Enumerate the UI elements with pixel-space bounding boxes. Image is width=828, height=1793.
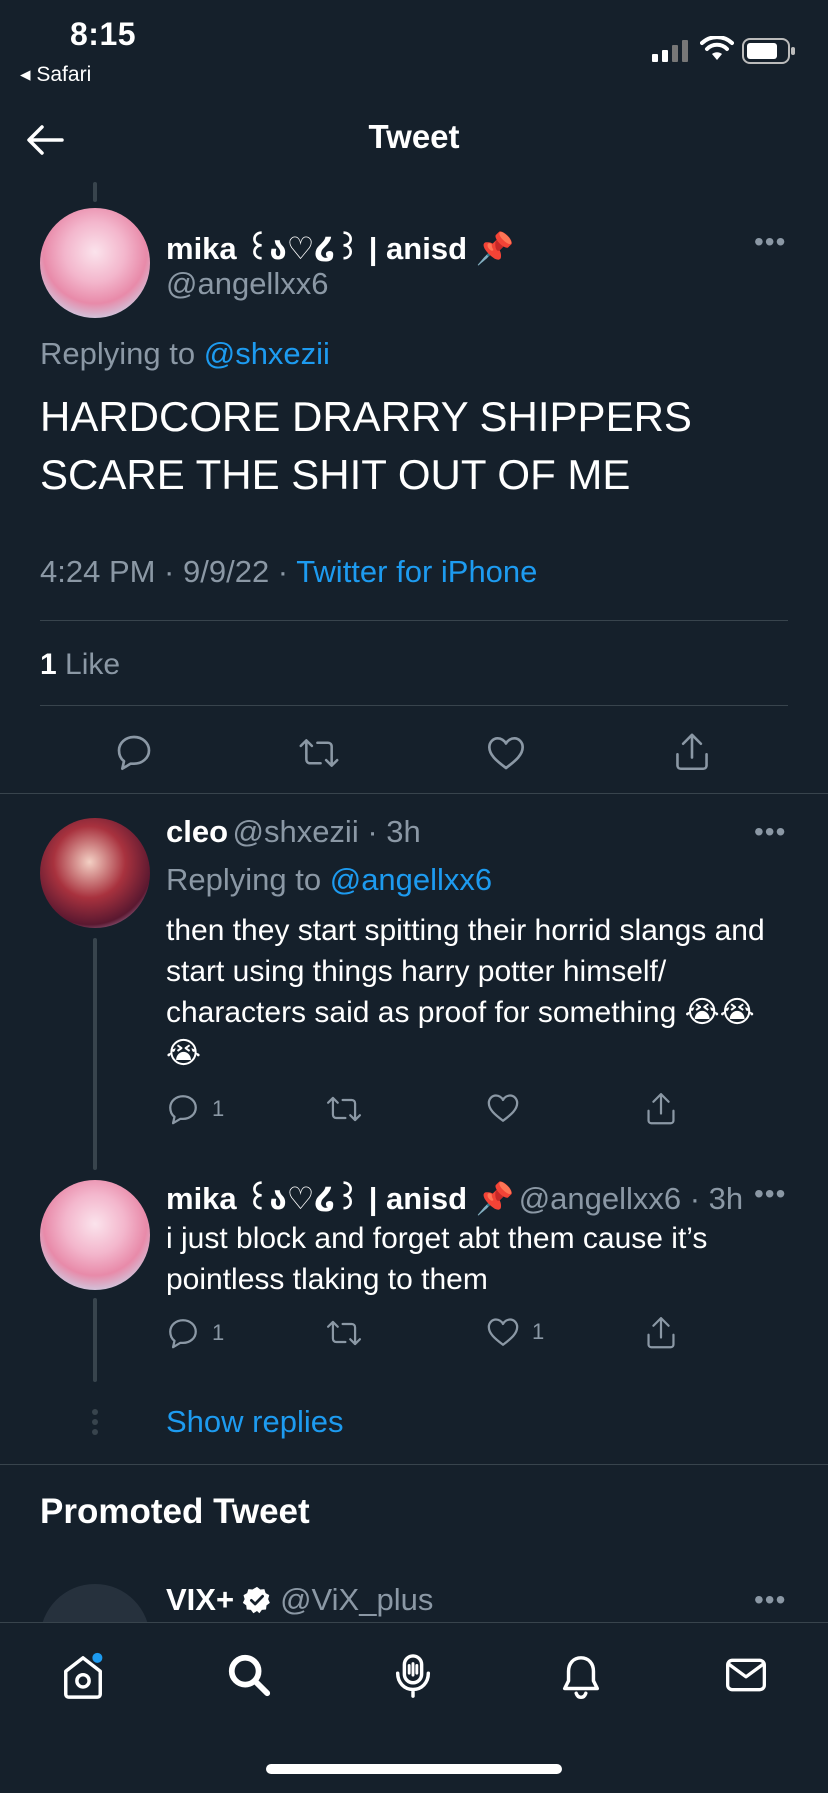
status-time: 8:15 — [70, 16, 137, 52]
search-icon[interactable] — [226, 1652, 272, 1698]
avatar[interactable] — [40, 208, 150, 318]
retweet-icon[interactable] — [326, 1092, 362, 1126]
promoted-author: VIX+ @ViX_plus — [166, 1582, 433, 1618]
reply-count: 1 — [212, 1320, 225, 1345]
author-handle-time[interactable]: @shxezii · 3h — [232, 814, 420, 849]
like-count: 1 — [532, 1319, 545, 1344]
tweet-meta: 4:24 PM · 9/9/22 · Twitter for iPhone — [40, 554, 537, 590]
reply-count: 1 — [212, 1096, 225, 1121]
thread-line — [93, 182, 97, 202]
more-icon[interactable]: ••• — [754, 816, 786, 848]
author-name[interactable]: mika ꒰ა♡໒꒱ | anisd 📌 — [166, 1181, 514, 1216]
vertical-dots-icon — [92, 1409, 98, 1435]
more-icon[interactable]: ••• — [754, 1584, 786, 1616]
tweet-text: HARDCORE DRARRY SHIPPERS SCARE THE SHIT … — [40, 393, 692, 498]
reply-action[interactable]: 1 — [166, 1316, 224, 1350]
back-to-safari-link[interactable]: ◂ Safari — [20, 62, 91, 87]
promoted-heading: Promoted Tweet — [40, 1492, 310, 1531]
reply-text: i just block and forget abt them cause i… — [166, 1222, 708, 1296]
author-name[interactable]: cleo — [166, 814, 228, 849]
thread-line — [93, 1298, 97, 1382]
avatar[interactable] — [40, 818, 150, 928]
retweet-action[interactable] — [326, 1092, 374, 1126]
thread-line — [93, 938, 97, 1170]
like-stats[interactable]: 1 Like — [40, 648, 120, 682]
mail-icon[interactable] — [724, 1652, 768, 1698]
heart-icon[interactable] — [486, 1092, 520, 1124]
reply-icon[interactable] — [114, 732, 154, 772]
show-replies-link[interactable]: Show replies — [166, 1404, 343, 1440]
author-name[interactable]: mika ꒰ა♡໒꒱ | anisd 📌 — [166, 226, 514, 267]
replying-to-handle-link[interactable]: @shxezii — [204, 336, 330, 371]
cellular-signal-icon — [652, 40, 688, 62]
bell-icon[interactable] — [558, 1652, 604, 1702]
replying-to-handle-link[interactable]: @angellxx6 — [330, 862, 492, 897]
like-action[interactable]: 1 — [486, 1316, 544, 1348]
reply-header: cleo @shxezii · 3h — [166, 814, 421, 850]
divider — [0, 1464, 828, 1465]
author-name[interactable]: VIX+ — [166, 1582, 234, 1618]
replying-to: Replying to @angellxx6 — [166, 862, 492, 898]
author-handle[interactable]: @ViX_plus — [280, 1582, 433, 1618]
replying-to-label: Replying to — [40, 336, 204, 371]
heart-icon[interactable] — [486, 734, 526, 772]
reply-icon[interactable] — [166, 1316, 200, 1350]
like-count: 1 — [40, 648, 57, 681]
wifi-icon — [700, 36, 734, 60]
retweet-action[interactable] — [326, 1316, 374, 1350]
reply-header: mika ꒰ა♡໒꒱ | anisd 📌 @angellxx6 · 3h — [166, 1176, 746, 1217]
reply-action[interactable]: 1 — [166, 1092, 224, 1126]
verified-badge-icon — [242, 1586, 270, 1614]
tweet-source-link[interactable]: Twitter for iPhone — [296, 554, 537, 589]
reply-icon[interactable] — [166, 1092, 200, 1126]
like-label: Like — [56, 648, 121, 681]
home-icon[interactable] — [60, 1652, 106, 1702]
battery-icon — [742, 38, 795, 64]
more-icon[interactable]: ••• — [754, 226, 786, 258]
home-indicator[interactable] — [266, 1764, 562, 1774]
divider — [0, 793, 828, 794]
share-icon[interactable] — [644, 1314, 678, 1350]
avatar[interactable] — [40, 1180, 150, 1290]
reply-text: then they start spitting their horrid sl… — [166, 914, 765, 1070]
share-icon[interactable] — [672, 730, 712, 772]
author-handle[interactable]: @angellxx6 — [166, 266, 328, 302]
spaces-icon[interactable] — [390, 1652, 436, 1702]
retweet-icon[interactable] — [298, 734, 340, 772]
divider — [40, 705, 788, 706]
replying-to: Replying to @shxezii — [40, 336, 330, 372]
more-icon[interactable]: ••• — [754, 1178, 786, 1210]
author-handle-time[interactable]: @angellxx6 · 3h — [519, 1181, 743, 1216]
like-action[interactable] — [486, 1092, 532, 1124]
share-action[interactable] — [644, 1314, 678, 1350]
divider — [40, 620, 788, 621]
retweet-icon[interactable] — [326, 1316, 362, 1350]
page-title: Tweet — [368, 118, 460, 155]
share-icon[interactable] — [644, 1090, 678, 1126]
heart-icon[interactable] — [486, 1316, 520, 1348]
replying-to-label: Replying to — [166, 862, 330, 897]
share-action[interactable] — [644, 1090, 678, 1126]
tweet-timestamp: 4:24 PM · 9/9/22 · — [40, 554, 297, 589]
